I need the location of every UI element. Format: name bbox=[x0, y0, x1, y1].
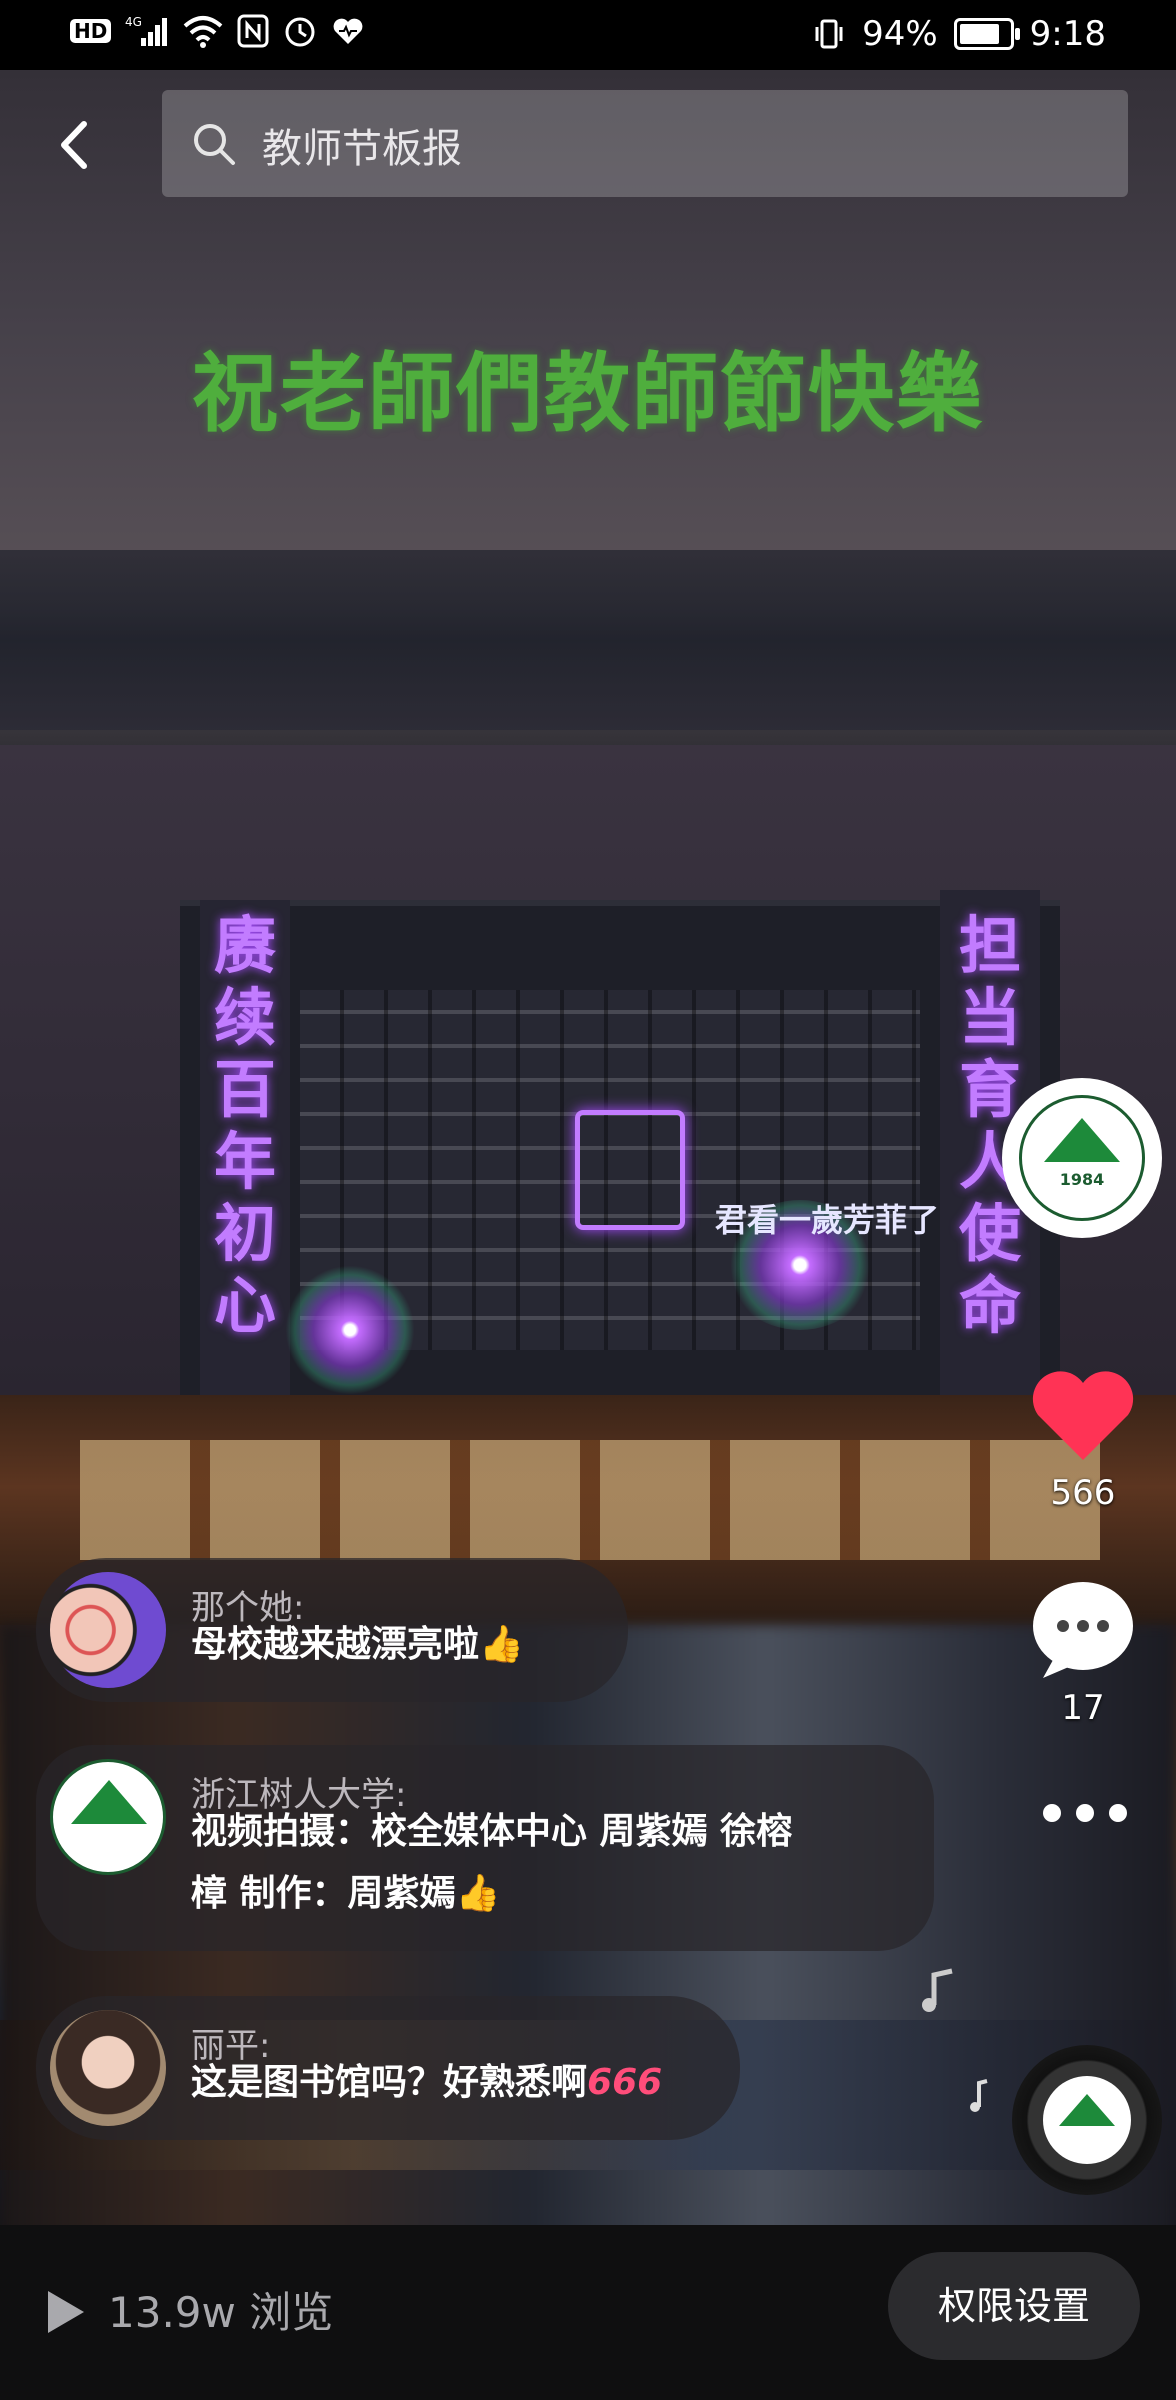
comment-text: 母校越来越漂亮啦👍 bbox=[191, 1624, 524, 1665]
bottom-bar: 13.9w 浏览 权限设置 bbox=[0, 2225, 1176, 2400]
more-options-icon[interactable] bbox=[1040, 1795, 1130, 1831]
heart-icon bbox=[1032, 1371, 1134, 1460]
comment-tag: 666 bbox=[587, 2062, 663, 2103]
search-query: 教师节板报 bbox=[262, 126, 462, 172]
facade-text-left: 赓续百年初心 bbox=[213, 909, 276, 1342]
music-disc-logo bbox=[1043, 2076, 1131, 2164]
comment-item[interactable]: 浙江树人大学: 视频拍摄：校全媒体中心 周紫嫣 徐榕 樟 制作：周紫嫣👍 bbox=[36, 1745, 934, 1951]
comment-count: 17 bbox=[1061, 1688, 1105, 1728]
university-logo: 1984 bbox=[1019, 1095, 1145, 1221]
status-bar: HD 4G 94% 9:18 bbox=[0, 0, 1176, 70]
podium-windows bbox=[80, 1440, 1100, 1560]
comment-text: 这是图书馆吗？好熟悉啊666 bbox=[191, 2062, 663, 2103]
music-disc[interactable] bbox=[1012, 2045, 1162, 2195]
search-icon bbox=[194, 124, 235, 165]
search-box[interactable]: 教师节板报 bbox=[162, 90, 1128, 197]
comment-bubble-icon bbox=[1033, 1582, 1133, 1678]
like-count: 566 bbox=[1050, 1473, 1116, 1513]
hd-icon: HD bbox=[70, 19, 112, 43]
battery-percent: 94% bbox=[862, 14, 938, 54]
comment-item[interactable]: 那个她: 母校越来越漂亮啦👍 bbox=[36, 1558, 628, 1702]
video-banner-text: 祝老師們教師節快樂 bbox=[192, 343, 984, 444]
health-icon bbox=[333, 18, 363, 44]
permission-settings-button[interactable]: 权限设置 bbox=[888, 2252, 1140, 2360]
comment-text-line2: 樟 制作：周紫嫣👍 bbox=[191, 1873, 501, 1914]
alarm-icon bbox=[285, 17, 315, 47]
music-note-icon bbox=[970, 2079, 988, 2112]
video-ledge bbox=[0, 550, 1176, 730]
svg-text:4G: 4G bbox=[125, 15, 142, 29]
vibrate-icon bbox=[815, 19, 843, 49]
comment-button[interactable]: 17 bbox=[1028, 1580, 1138, 1728]
chevron-left-icon bbox=[61, 121, 87, 169]
signal-4g-icon: 4G bbox=[125, 15, 168, 46]
video-lower-blur bbox=[0, 1625, 1176, 2295]
top-bar: 教师节板报 bbox=[0, 70, 1176, 210]
play-icon bbox=[48, 2291, 84, 2333]
avatar[interactable] bbox=[50, 2010, 166, 2126]
avatar[interactable] bbox=[50, 1572, 166, 1688]
back-button[interactable] bbox=[50, 110, 100, 180]
wifi-icon bbox=[184, 16, 223, 48]
facade-slogan: 君看一歲芳菲了 bbox=[715, 1201, 940, 1239]
account-avatar[interactable]: 1984 bbox=[1002, 1078, 1162, 1238]
comment-text-line1: 视频拍摄：校全媒体中心 周紫嫣 徐榕 bbox=[191, 1811, 793, 1852]
comment-item[interactable]: 丽平: 这是图书馆吗？好熟悉啊666 bbox=[36, 1996, 740, 2140]
clock: 9:18 bbox=[1029, 14, 1106, 54]
firework-left bbox=[285, 1265, 415, 1395]
avatar[interactable] bbox=[50, 1759, 166, 1875]
battery-icon bbox=[953, 18, 1020, 50]
nfc-icon bbox=[237, 14, 269, 48]
cake-projection bbox=[575, 1110, 685, 1230]
like-button[interactable]: 566 bbox=[1028, 1365, 1138, 1513]
view-count: 13.9w 浏览 bbox=[108, 2288, 334, 2337]
music-note-icon bbox=[922, 1968, 953, 2012]
